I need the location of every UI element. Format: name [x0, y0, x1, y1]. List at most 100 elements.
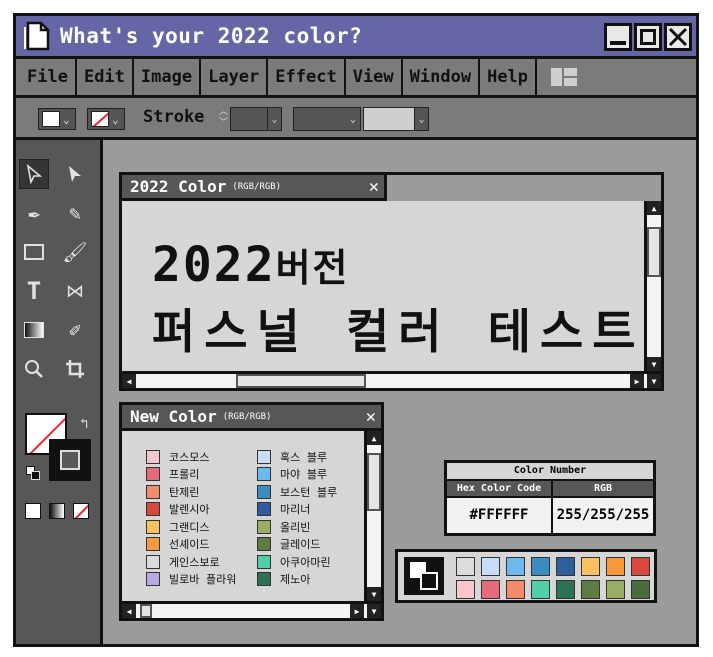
width-tool-icon[interactable]: ⋈: [60, 276, 90, 306]
vertical-scrollbar[interactable]: ▲ ▼: [644, 201, 661, 371]
menu-image[interactable]: Image: [134, 59, 202, 95]
color-list-item[interactable]: 아쿠아마린: [257, 553, 337, 571]
stroke-color-swatch[interactable]: [49, 439, 91, 481]
chevron-down-icon: ⌄: [267, 108, 281, 130]
color-list-item[interactable]: 마야 블루: [257, 466, 337, 484]
minimize-button[interactable]: [604, 23, 632, 51]
scroll-thumb[interactable]: [236, 374, 366, 388]
rectangle-tool-icon[interactable]: [19, 237, 49, 267]
palette-swatch[interactable]: [456, 557, 475, 576]
hex-code-value[interactable]: #FFFFFF: [447, 498, 553, 533]
current-color-indicator[interactable]: [404, 557, 444, 595]
stroke-swatch-dropdown[interactable]: ⌄: [87, 108, 125, 130]
close-icon[interactable]: ✕: [369, 177, 379, 197]
variable-width-dropdown[interactable]: ⌄: [293, 107, 361, 131]
palette-swatch[interactable]: [581, 557, 600, 576]
palette-swatch[interactable]: [481, 580, 500, 599]
color-list-item[interactable]: 탄제린: [146, 483, 236, 501]
palette-swatch[interactable]: [506, 557, 525, 576]
color-list-item[interactable]: 게인스보로: [146, 553, 236, 571]
scroll-up-icon[interactable]: ▲: [647, 201, 661, 215]
zoom-tool-icon[interactable]: [19, 354, 49, 384]
palette-swatch[interactable]: [481, 557, 500, 576]
scroll-right-icon[interactable]: ▶: [630, 374, 644, 388]
close-button[interactable]: [664, 23, 692, 51]
color-list-item[interactable]: 혹스 블루: [257, 448, 337, 466]
menu-file[interactable]: File: [16, 59, 77, 95]
menu-edit[interactable]: Edit: [77, 59, 134, 95]
palette-swatch[interactable]: [631, 580, 650, 599]
horizontal-scrollbar[interactable]: ◀ ▶ ▼: [122, 601, 381, 618]
heading-line-1: 2022버전: [152, 237, 350, 293]
stroke-stepper[interactable]: ︿ ﹀: [218, 107, 229, 131]
scroll-thumb[interactable]: [367, 453, 381, 511]
scroll-thumb[interactable]: [140, 604, 152, 618]
type-tool-icon[interactable]: T: [19, 276, 49, 306]
stepper-up-icon[interactable]: ︿: [218, 107, 229, 118]
color-list-item[interactable]: 빌로바 플라워: [146, 571, 236, 589]
color-2022-titlebar: 2022 Color (RGB/RGB) ✕: [122, 175, 384, 201]
scroll-down-icon[interactable]: ▼: [647, 374, 661, 388]
palette-swatch[interactable]: [506, 580, 525, 599]
color-list-item[interactable]: 글레이드: [257, 536, 337, 554]
menu-layer[interactable]: Layer: [201, 59, 269, 95]
color-chip: [146, 519, 160, 534]
gradient-tool-icon[interactable]: [19, 315, 49, 345]
maximize-button[interactable]: [634, 23, 662, 51]
menu-effect[interactable]: Effect: [268, 59, 346, 95]
scroll-down-icon[interactable]: ▼: [367, 604, 381, 618]
color-list-item[interactable]: 올리빈: [257, 518, 337, 536]
stroke-weight-dropdown[interactable]: ⌄: [230, 107, 282, 131]
palette-swatch[interactable]: [531, 580, 550, 599]
fill-swatch-dropdown[interactable]: ⌄: [38, 108, 76, 130]
paintbrush-tool-icon[interactable]: 🖌: [60, 237, 90, 267]
palette-swatch[interactable]: [556, 557, 575, 576]
chevron-down-icon: ⌄: [349, 113, 357, 125]
color-list-item[interactable]: 발렌시아: [146, 501, 236, 519]
brush-dropdown[interactable]: ⌄: [363, 107, 429, 131]
palette-swatch[interactable]: [631, 557, 650, 576]
default-colors-icon[interactable]: [26, 466, 40, 480]
rgb-value[interactable]: 255/255/255: [553, 498, 653, 533]
none-mode-button[interactable]: [73, 503, 89, 519]
color-mode-button[interactable]: [25, 503, 41, 519]
gradient-mode-button[interactable]: [49, 503, 65, 519]
color-list-item[interactable]: 선셰이드: [146, 536, 236, 554]
scroll-left-icon[interactable]: ◀: [122, 374, 136, 388]
color-list-item[interactable]: 그랜디스: [146, 518, 236, 536]
menu-window[interactable]: Window: [403, 59, 481, 95]
palette-swatch[interactable]: [581, 580, 600, 599]
palette-swatch[interactable]: [606, 580, 625, 599]
crop-tool-icon[interactable]: [60, 354, 90, 384]
palette-swatch[interactable]: [456, 580, 475, 599]
scroll-up-icon[interactable]: ▲: [367, 431, 381, 445]
palette-swatch[interactable]: [606, 557, 625, 576]
scroll-down-icon[interactable]: ▼: [647, 357, 661, 371]
color-list-item[interactable]: 코스모스: [146, 448, 236, 466]
scroll-thumb[interactable]: [647, 227, 661, 277]
direct-selection-tool-icon[interactable]: [60, 159, 90, 189]
menu-help[interactable]: Help: [480, 59, 538, 95]
close-icon[interactable]: ✕: [366, 407, 376, 427]
horizontal-scrollbar[interactable]: ◀ ▶ ▼: [122, 371, 661, 388]
color-2022-window: 2022 Color (RGB/RGB) ✕ 2022버전 퍼스널 컬러 테스트…: [119, 172, 664, 391]
color-list-item[interactable]: 제노아: [257, 571, 337, 589]
palette-swatch[interactable]: [531, 557, 550, 576]
color-list-item[interactable]: 프롤리: [146, 466, 236, 484]
stepper-down-icon[interactable]: ﹀: [218, 118, 229, 129]
scroll-right-icon[interactable]: ▶: [350, 604, 364, 618]
scroll-left-icon[interactable]: ◀: [122, 604, 136, 618]
vertical-scrollbar[interactable]: ▲ ▼: [364, 431, 381, 601]
workspace-icon[interactable]: [551, 68, 578, 86]
pen-tool-icon[interactable]: ✒: [19, 198, 49, 228]
swap-colors-icon[interactable]: ↰: [80, 416, 88, 432]
scroll-down-icon[interactable]: ▼: [367, 587, 381, 601]
color-name: 아쿠아마린: [280, 555, 331, 569]
eyedropper-tool-icon[interactable]: ✐: [60, 315, 90, 345]
palette-swatch[interactable]: [556, 580, 575, 599]
selection-tool-icon[interactable]: [19, 159, 49, 189]
color-list-item[interactable]: 보스턴 블루: [257, 483, 337, 501]
color-list-item[interactable]: 마리너: [257, 501, 337, 519]
curvature-pen-tool-icon[interactable]: ✎: [60, 198, 90, 228]
menu-view[interactable]: View: [346, 59, 403, 95]
